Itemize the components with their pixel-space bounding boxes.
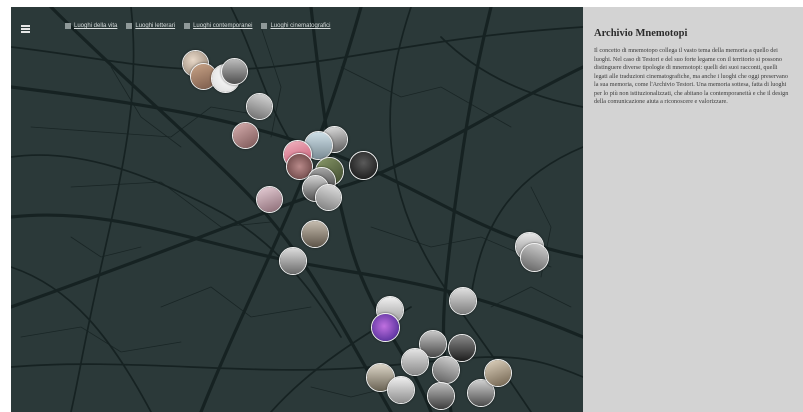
location-marker[interactable] [315, 184, 342, 211]
filter-label: Luoghi letterari [135, 23, 176, 29]
panel-description: Il concetto di mnemotopo collega il vast… [594, 47, 789, 105]
location-marker[interactable] [427, 382, 455, 410]
location-marker[interactable] [301, 220, 329, 248]
filter-checkbox[interactable] [184, 23, 191, 29]
location-marker[interactable] [484, 359, 512, 387]
map-topbar: Luoghi della vita Luoghi letterari Luogh… [11, 7, 583, 47]
location-marker[interactable] [371, 313, 400, 342]
filter-label: Luoghi della vita [74, 23, 118, 29]
map[interactable]: Luoghi della vita Luoghi letterari Luogh… [11, 7, 583, 412]
info-panel: Archivio Mnemotopi Il concetto di mnemot… [583, 7, 803, 412]
location-marker[interactable] [401, 348, 429, 376]
filter-luoghi-letterari[interactable]: Luoghi letterari [126, 23, 175, 29]
location-marker[interactable] [279, 247, 307, 275]
location-marker[interactable] [256, 186, 283, 213]
menu-icon[interactable] [21, 25, 30, 33]
location-marker[interactable] [349, 151, 378, 180]
filter-luoghi-della-vita[interactable]: Luoghi della vita [65, 23, 117, 29]
filter-label: Luoghi contemporanei [193, 23, 253, 29]
location-marker[interactable] [449, 287, 477, 315]
road-network [11, 7, 583, 412]
panel-title: Archivio Mnemotopi [594, 28, 688, 39]
location-marker[interactable] [221, 58, 248, 85]
location-marker[interactable] [520, 243, 549, 272]
filter-luoghi-contemporanei[interactable]: Luoghi contemporanei [184, 23, 252, 29]
filter-checkbox[interactable] [261, 23, 268, 29]
category-filters: Luoghi della vita Luoghi letterari Luogh… [65, 23, 331, 29]
filter-checkbox[interactable] [126, 23, 133, 29]
location-marker[interactable] [387, 376, 415, 404]
location-marker[interactable] [432, 356, 460, 384]
location-marker[interactable] [246, 93, 273, 120]
filter-checkbox[interactable] [65, 23, 71, 29]
location-marker[interactable] [232, 122, 259, 149]
filter-luoghi-cinematografici[interactable]: Luoghi cinematografici [261, 23, 331, 29]
filter-label: Luoghi cinematografici [270, 23, 331, 29]
